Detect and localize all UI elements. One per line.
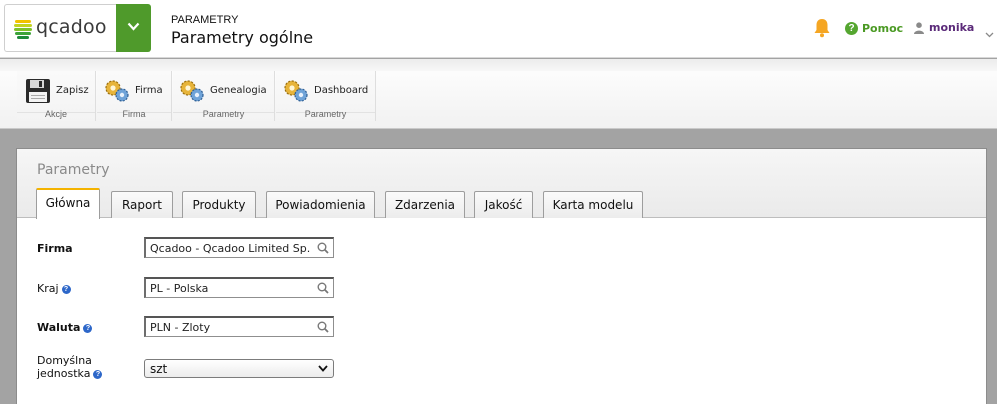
ribbon-group-akcje: Zapisz Akcje xyxy=(17,71,96,121)
firma-button-label: Firma xyxy=(135,85,163,96)
ribbon-group-genealogia: Genealogia Parametry xyxy=(173,71,275,121)
help-link[interactable]: ? Pomoc xyxy=(845,22,903,35)
ribbon-group-label: Parametry xyxy=(202,109,245,119)
default-unit-value: szt xyxy=(150,362,168,376)
tab-powiadomienia[interactable]: Powiadomienia xyxy=(266,191,375,218)
kraj-value: PL - Polska xyxy=(150,282,209,295)
firma-label: Firma xyxy=(37,242,73,255)
kraj-label: Kraj xyxy=(37,282,59,295)
parameters-panel: Parametry Główna Raport Produkty Powiado… xyxy=(16,148,987,404)
ribbon-group-label: Firma xyxy=(122,109,146,119)
logo-text: qcadoo xyxy=(36,16,107,38)
floppy-disk-icon xyxy=(26,78,50,103)
waluta-label: Waluta xyxy=(37,321,81,334)
waluta-value: PLN - Zloty xyxy=(150,321,211,334)
dashboard-button[interactable]: Dashboard xyxy=(283,75,368,106)
firma-lookup-field[interactable]: Qcadoo - Qcadoo Limited Sp. xyxy=(144,237,334,258)
top-header: qcadoo PARAMETRY Parametry ogólne ? Pomo… xyxy=(0,0,997,58)
panel-title: Parametry xyxy=(37,162,110,178)
search-icon[interactable] xyxy=(317,282,329,294)
gears-icon xyxy=(105,79,129,102)
gears-icon xyxy=(284,79,308,102)
help-icon: ? xyxy=(845,22,858,35)
tab-jakosc[interactable]: Jakość xyxy=(474,191,533,218)
ribbon-toolbar: Zapisz Akcje Firma Firma Genealogia Para… xyxy=(0,59,997,129)
jednostka-label-line2: jednostka xyxy=(37,367,91,380)
user-icon xyxy=(914,21,924,34)
search-icon[interactable] xyxy=(317,321,329,333)
genealogia-button-label: Genealogia xyxy=(210,85,267,96)
user-name: monika xyxy=(929,21,975,34)
firma-value: Qcadoo - Qcadoo Limited Sp. xyxy=(150,242,310,255)
ribbon-group-label: Parametry xyxy=(304,109,347,119)
tab-produkty[interactable]: Produkty xyxy=(182,191,256,218)
firma-button[interactable]: Firma xyxy=(104,75,163,106)
save-button[interactable]: Zapisz xyxy=(25,75,89,106)
gears-icon xyxy=(180,79,204,102)
bell-icon[interactable] xyxy=(813,18,831,38)
kraj-lookup-field[interactable]: PL - Polska xyxy=(144,277,334,298)
ribbon-group-firma: Firma Firma xyxy=(97,71,172,121)
save-button-label: Zapisz xyxy=(56,85,89,96)
logo[interactable]: qcadoo xyxy=(4,4,117,52)
main-menu-toggle-button[interactable] xyxy=(116,4,151,52)
logo-mark-icon xyxy=(14,20,32,39)
chevron-down-icon xyxy=(127,22,140,31)
jednostka-label-line1: Domyślna xyxy=(37,354,92,367)
kraj-label-wrap: Kraj? xyxy=(37,282,71,295)
waluta-lookup-field[interactable]: PLN - Zloty xyxy=(144,316,334,337)
jednostka-label-wrap: Domyślna jednostka? xyxy=(37,354,103,380)
page-title: Parametry ogólne xyxy=(171,28,314,47)
search-icon[interactable] xyxy=(317,242,329,254)
caret-down-icon[interactable] xyxy=(985,32,994,38)
chevron-down-icon xyxy=(318,365,328,372)
ribbon-shade xyxy=(0,59,997,71)
help-label: Pomoc xyxy=(862,22,904,35)
genealogia-button[interactable]: Genealogia xyxy=(179,75,267,106)
tab-raport[interactable]: Raport xyxy=(111,191,173,218)
info-icon[interactable]: ? xyxy=(61,285,71,294)
tab-glowna[interactable]: Główna xyxy=(36,188,100,219)
user-menu[interactable]: monika xyxy=(914,21,974,34)
panel-header: Parametry Główna Raport Produkty Powiado… xyxy=(17,149,986,219)
tab-karta-modelu[interactable]: Karta modelu xyxy=(543,191,643,218)
ribbon-group-label: Akcje xyxy=(44,109,67,119)
ribbon-group-dashboard: Dashboard Parametry xyxy=(276,71,376,121)
waluta-label-wrap: Waluta? xyxy=(37,321,93,334)
tab-zdarzenia[interactable]: Zdarzenia xyxy=(385,191,465,218)
default-unit-select[interactable]: szt xyxy=(144,359,334,378)
info-icon[interactable]: ? xyxy=(83,324,93,333)
info-icon[interactable]: ? xyxy=(93,370,103,379)
dashboard-button-label: Dashboard xyxy=(314,85,369,96)
breadcrumb-section: PARAMETRY xyxy=(171,14,239,26)
